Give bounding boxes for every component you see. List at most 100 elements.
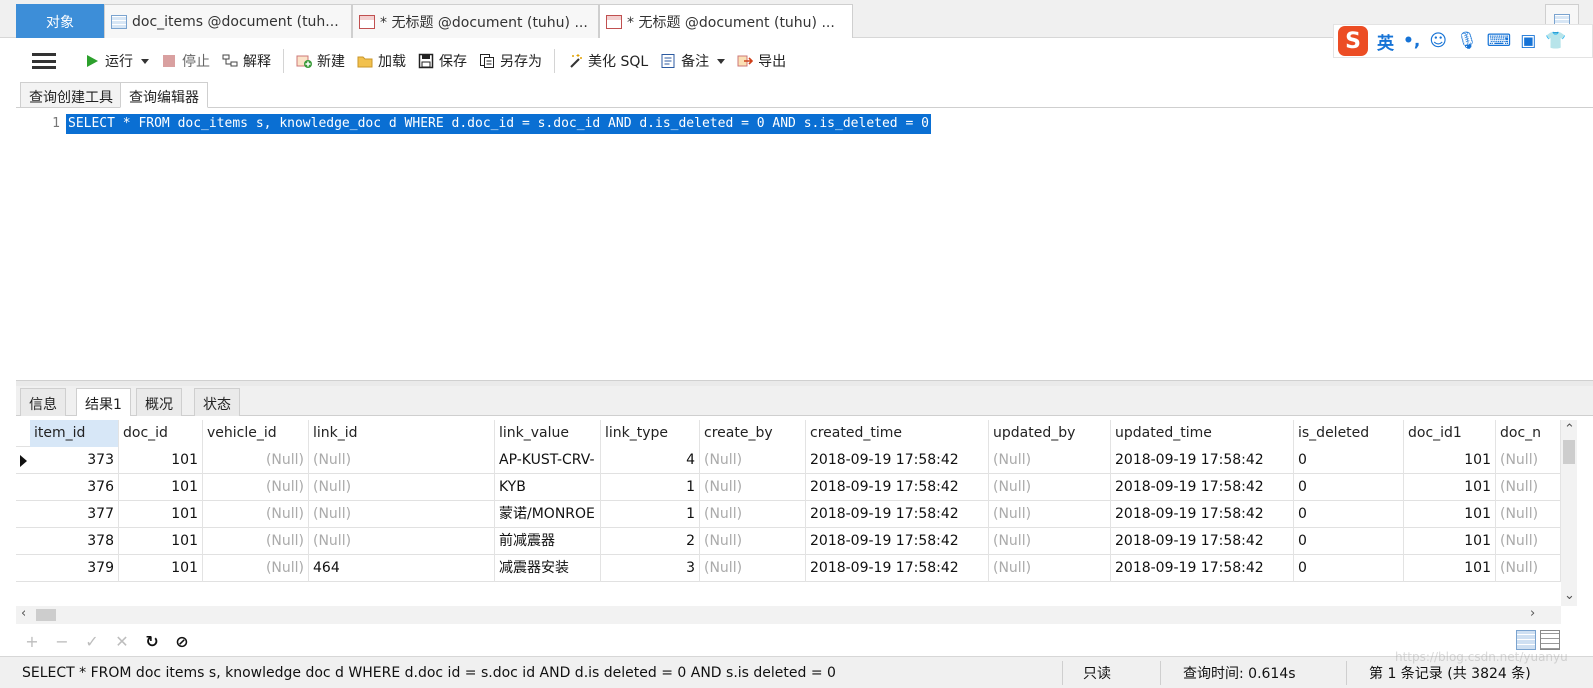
beautify-sql-button[interactable]: 美化 SQL — [567, 47, 648, 75]
table-cell[interactable]: 373 — [30, 447, 119, 474]
run-button[interactable]: 运行 — [84, 47, 149, 75]
column-header-is-deleted[interactable]: is_deleted — [1294, 420, 1404, 447]
grid-view-icon[interactable] — [1516, 630, 1536, 650]
scroll-up-icon[interactable]: ⌃ — [1564, 422, 1575, 437]
sogou-logo-icon[interactable]: S — [1338, 26, 1368, 56]
ime-language-toggle[interactable]: 英 — [1377, 29, 1394, 54]
tab-objects[interactable]: 对象 — [16, 4, 104, 38]
table-cell[interactable]: (Null) — [309, 501, 495, 528]
delete-record-button[interactable]: − — [54, 632, 70, 651]
column-header-item-id[interactable]: item_id — [30, 420, 119, 447]
table-cell[interactable]: (Null) — [1496, 528, 1561, 555]
table-row[interactable]: 379 101 (Null) 464 减震器安装 3 (Null) 2018-09-19 17… — [16, 555, 1561, 582]
table-cell[interactable]: (Null) — [1496, 501, 1561, 528]
table-cell[interactable]: 2018-09-19 17:58:42 — [1111, 555, 1294, 582]
discard-changes-button[interactable]: ✕ — [114, 632, 130, 651]
table-cell[interactable]: (Null) — [700, 501, 806, 528]
scroll-right-icon[interactable]: › — [1530, 606, 1535, 621]
toolbox-icon[interactable]: ▣ — [1520, 31, 1536, 51]
tab-profile[interactable]: 概况 — [136, 388, 182, 416]
table-row[interactable]: 373 101 (Null) (Null) AP-KUST-CRV- 4 (Null) 201… — [16, 447, 1561, 474]
table-cell[interactable]: (Null) — [1496, 555, 1561, 582]
table-cell[interactable]: (Null) — [700, 447, 806, 474]
table-cell[interactable]: 101 — [119, 501, 203, 528]
table-cell[interactable]: 2018-09-19 17:58:42 — [806, 447, 989, 474]
table-cell[interactable]: 379 — [30, 555, 119, 582]
table-cell[interactable]: 2018-09-19 17:58:42 — [806, 474, 989, 501]
column-header-doc-n[interactable]: doc_n — [1496, 420, 1561, 447]
export-button[interactable]: 导出 — [737, 47, 786, 75]
table-cell[interactable]: 101 — [119, 555, 203, 582]
scroll-left-icon[interactable]: ‹ — [21, 606, 26, 621]
table-cell[interactable]: (Null) — [309, 528, 495, 555]
tab-doc-items[interactable]: doc_items @document (tuh... — [104, 4, 352, 38]
table-cell[interactable]: (Null) — [203, 447, 309, 474]
table-cell[interactable]: 101 — [1404, 447, 1496, 474]
table-cell[interactable]: (Null) — [309, 447, 495, 474]
scroll-thumb[interactable] — [36, 609, 56, 621]
column-header-link-value[interactable]: link_value — [495, 420, 601, 447]
scroll-thumb[interactable] — [1563, 440, 1575, 464]
tab-untitled-query-1[interactable]: * 无标题 @document (tuhu) ... — [352, 4, 599, 38]
table-cell[interactable]: 378 — [30, 528, 119, 555]
save-button[interactable]: 保存 — [418, 47, 467, 75]
table-row[interactable]: 376 101 (Null) (Null) KYB 1 (Null) 2018-09-19 1… — [16, 474, 1561, 501]
load-button[interactable]: 加载 — [357, 47, 406, 75]
table-cell[interactable]: (Null) — [989, 447, 1111, 474]
table-cell[interactable]: 2 — [601, 528, 700, 555]
column-header-link-type[interactable]: link_type — [601, 420, 700, 447]
table-cell[interactable]: 101 — [1404, 474, 1496, 501]
chevron-down-icon[interactable] — [717, 58, 726, 64]
table-cell[interactable]: 0 — [1294, 528, 1404, 555]
table-cell[interactable]: 101 — [119, 474, 203, 501]
table-cell[interactable]: (Null) — [1496, 447, 1561, 474]
tab-query-editor[interactable]: 查询编辑器 — [120, 82, 208, 108]
table-cell[interactable]: 376 — [30, 474, 119, 501]
column-header-updated-by[interactable]: updated_by — [989, 420, 1111, 447]
refresh-button[interactable]: ↻ — [144, 632, 160, 651]
column-header-link-id[interactable]: link_id — [309, 420, 495, 447]
table-cell[interactable]: 4 — [601, 447, 700, 474]
table-cell[interactable]: 101 — [1404, 528, 1496, 555]
new-button[interactable]: 新建 — [296, 47, 345, 75]
table-cell[interactable]: 377 — [30, 501, 119, 528]
form-view-icon[interactable] — [1540, 630, 1560, 650]
table-cell[interactable]: 蒙诺/MONROE — [495, 501, 601, 528]
column-header-created-time[interactable]: created_time — [806, 420, 989, 447]
table-cell[interactable]: (Null) — [203, 501, 309, 528]
table-cell[interactable]: AP-KUST-CRV- — [495, 447, 601, 474]
table-cell[interactable]: 101 — [119, 447, 203, 474]
ime-punctuation-toggle[interactable]: •, — [1403, 31, 1420, 51]
table-cell[interactable]: 2018-09-19 17:58:42 — [1111, 501, 1294, 528]
tab-result1[interactable]: 结果1 — [76, 388, 131, 416]
table-cell[interactable]: 1 — [601, 474, 700, 501]
horizontal-scrollbar[interactable]: ‹ › — [16, 606, 1561, 624]
table-cell[interactable]: (Null) — [203, 474, 309, 501]
tab-untitled-query-2[interactable]: * 无标题 @document (tuhu) ... — [599, 4, 853, 38]
table-cell[interactable]: (Null) — [309, 474, 495, 501]
table-cell[interactable]: (Null) — [203, 528, 309, 555]
column-header-doc-id[interactable]: doc_id — [119, 420, 203, 447]
column-header-updated-time[interactable]: updated_time — [1111, 420, 1294, 447]
table-cell[interactable]: 减震器安装 — [495, 555, 601, 582]
table-cell[interactable]: 2018-09-19 17:58:42 — [1111, 447, 1294, 474]
table-cell[interactable]: (Null) — [989, 474, 1111, 501]
microphone-icon[interactable]: 🎙 — [1456, 31, 1478, 51]
column-header-doc-id1[interactable]: doc_id1 — [1404, 420, 1496, 447]
save-as-button[interactable]: 另存为 — [479, 47, 542, 75]
apply-changes-button[interactable]: ✓ — [84, 632, 100, 651]
table-cell[interactable]: 464 — [309, 555, 495, 582]
column-header-vehicle-id[interactable]: vehicle_id — [203, 420, 309, 447]
column-header-create-by[interactable]: create_by — [700, 420, 806, 447]
tab-query-builder[interactable]: 查询创建工具 — [20, 82, 122, 108]
tab-status[interactable]: 状态 — [194, 388, 240, 416]
table-cell[interactable]: KYB — [495, 474, 601, 501]
table-cell[interactable]: 2018-09-19 17:58:42 — [806, 555, 989, 582]
table-cell[interactable]: 0 — [1294, 555, 1404, 582]
sql-text-selected[interactable]: SELECT * FROM doc_items s, knowledge_doc… — [66, 114, 931, 134]
table-cell[interactable]: 0 — [1294, 474, 1404, 501]
table-cell[interactable]: 2018-09-19 17:58:42 — [806, 501, 989, 528]
table-cell[interactable]: 1 — [601, 501, 700, 528]
table-row[interactable]: 377 101 (Null) (Null) 蒙诺/MONROE 1 (Null) 2018-0… — [16, 501, 1561, 528]
menu-icon[interactable] — [32, 53, 56, 69]
